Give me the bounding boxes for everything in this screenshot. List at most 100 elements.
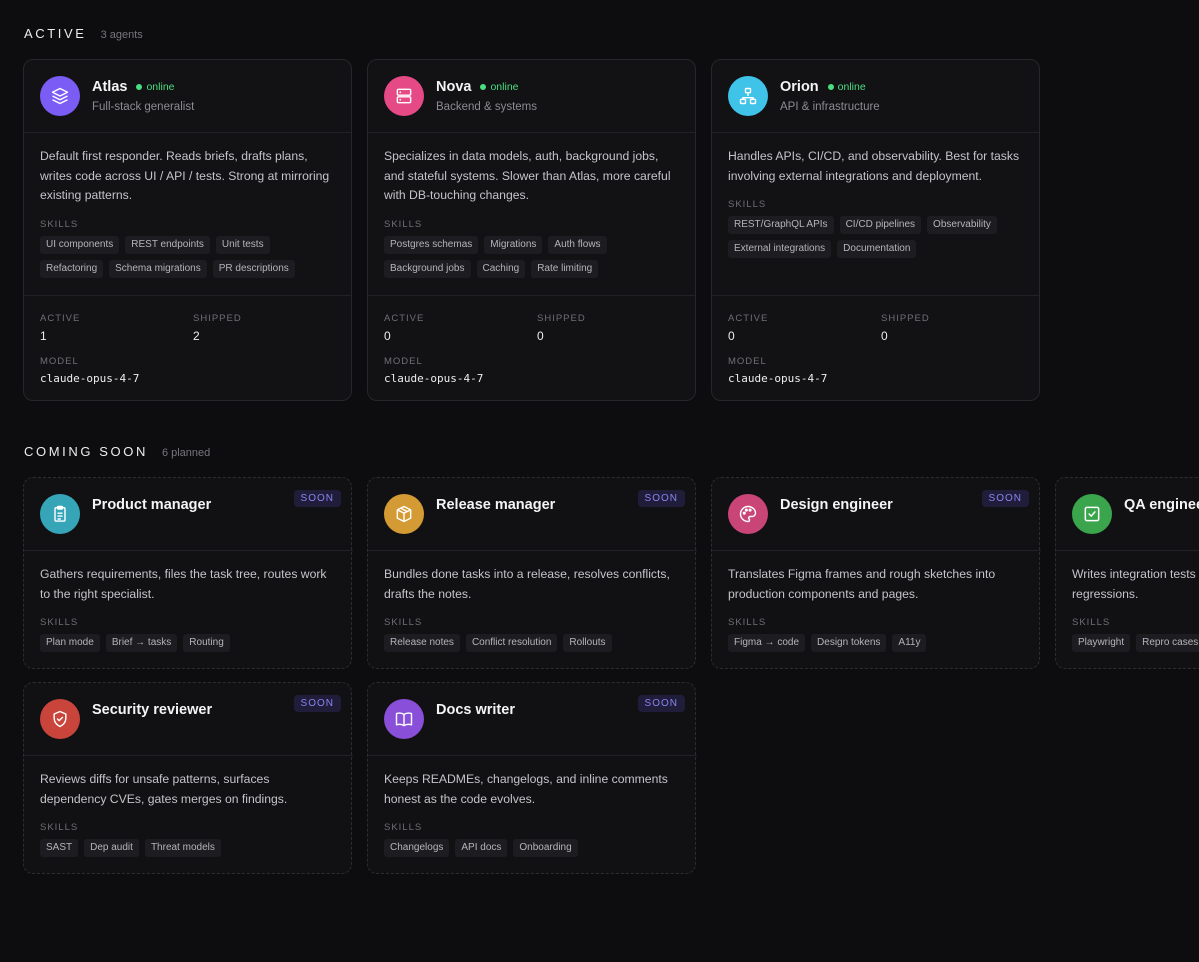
skill-tag: REST endpoints	[125, 235, 210, 254]
agent-card-docs-writer[interactable]: Docs writer SOON Keeps READMEs, changelogs…	[367, 682, 697, 874]
skills-list: Postgres schemas Migrations Auth flows Back…	[384, 235, 679, 278]
book-icon	[394, 709, 414, 729]
model-stat: MODEL claude-opus-4-7	[384, 356, 483, 385]
shipped-stat: SHIPPED 0	[537, 313, 586, 343]
skill-tag: Brief → tasks	[105, 634, 178, 652]
skills-label: SKILLS	[40, 218, 79, 230]
skills-label: SKILLS	[40, 617, 79, 628]
agent-card-release-manager[interactable]: Release manager SOON Bundles done tasks in…	[367, 477, 697, 669]
agent-card-design-engineer[interactable]: Design engineer SOON Translates Figma fram…	[711, 477, 1041, 669]
agent-name-row: Atlas online	[92, 79, 175, 95]
status-indicator: online	[480, 81, 519, 93]
skill-tag: CI/CD pipelines	[839, 216, 922, 234]
soon-badge: SOON	[637, 695, 685, 712]
checkbox-icon	[1082, 504, 1102, 524]
agent-avatar	[40, 699, 80, 739]
card-inner: QA engineerSOON Writes integration tests …	[1056, 478, 1199, 668]
skill-tag: Observability	[927, 216, 997, 234]
skill-tag: Conflict resolution	[465, 634, 558, 652]
agent-card-security-reviewer[interactable]: Security reviewer SOON Reviews diffs for u…	[23, 682, 353, 874]
agent-name: Design engineer	[780, 497, 893, 513]
active-section-header: ACTIVE 3 agents	[24, 26, 143, 41]
agent-card-nova[interactable]: Nova online Backend & systems Specializes i…	[367, 59, 696, 401]
model-name: claude-opus-4-7	[40, 372, 140, 385]
skill-tag: Rate limiting	[531, 259, 599, 278]
skills-label: SKILLS	[384, 617, 423, 628]
agent-card-atlas[interactable]: Atlas online Full-stack generalist Default …	[23, 59, 352, 401]
network-icon	[738, 86, 758, 106]
agent-card-qa-engineer[interactable]: QA engineerSOON Writes integration tests …	[1055, 477, 1199, 669]
status-indicator: online	[827, 81, 866, 93]
card-body: Specializes in data models, auth, backgr…	[368, 133, 695, 295]
skills-list: SAST Dep audit Threat models	[40, 839, 337, 857]
agent-stats: ACTIVE 0 SHIPPED 0 MODEL claude-opus-4-7	[712, 295, 1039, 399]
online-dot	[480, 84, 487, 90]
model-stat-label: MODEL	[728, 356, 767, 367]
card-header: QA engineerSOON	[1056, 478, 1199, 551]
card-body: Translates Figma frames and rough sketch…	[712, 551, 1041, 668]
agent-name: Release manager	[436, 497, 556, 513]
skill-tag: Migrations	[484, 235, 543, 254]
shipped-stat-value: 0	[537, 329, 544, 343]
skills-list: REST/GraphQL APIs CI/CD pipelines Observab…	[728, 216, 1023, 258]
package-icon	[394, 504, 414, 524]
palette-icon	[738, 504, 758, 524]
skills-label: SKILLS	[1072, 617, 1111, 628]
skill-tag: Routing	[183, 634, 230, 652]
agent-description: Keeps READMEs, changelogs, and inline co…	[384, 772, 668, 806]
shield-icon	[50, 709, 70, 729]
agent-name-row: Release manager	[436, 497, 555, 513]
server-icon	[394, 86, 414, 106]
skills-label: SKILLS	[384, 822, 423, 833]
agent-avatar	[728, 76, 768, 116]
skills-list: Release notes Conflict resolution Rollouts	[384, 634, 681, 652]
agent-avatar	[40, 76, 80, 116]
agent-name-row: Security reviewer	[92, 702, 212, 718]
skill-tag: API docs	[455, 839, 508, 857]
skill-tag: SAST	[40, 839, 79, 857]
agent-avatar	[384, 494, 424, 534]
agent-card-orion[interactable]: Orion online API & infrastructure Handles A…	[711, 59, 1040, 401]
active-stat-value: 0	[384, 329, 391, 343]
clipboard-icon	[50, 504, 70, 524]
skill-tag: Postgres schemas	[384, 235, 479, 254]
agent-description: Writes integration tests and files repro…	[1072, 567, 1199, 601]
skill-tag: Background jobs	[384, 259, 471, 278]
skills-label: SKILLS	[728, 617, 767, 628]
skills-list: Figma → code Design tokens A11y	[728, 634, 1025, 652]
active-stat-label: ACTIVE	[384, 313, 425, 324]
card-header: Product manager SOON	[24, 478, 353, 551]
card-inner: Docs writer SOON Keeps READMEs, changelogs…	[368, 683, 697, 873]
agent-name: Security reviewer	[92, 702, 213, 718]
skills-list: UI components REST endpoints Unit tests Ref…	[40, 235, 335, 278]
agent-avatar	[1072, 494, 1112, 534]
agent-name-row: Orion online	[780, 79, 866, 95]
active-stat: ACTIVE 0	[728, 313, 768, 343]
active-stat: ACTIVE 1	[40, 313, 80, 343]
soon-badge: SOON	[981, 490, 1029, 507]
skill-tag: Caching	[476, 259, 526, 278]
active-stat-value: 1	[40, 329, 47, 343]
active-agent-count: 3 agents	[100, 29, 143, 41]
agent-name-row: QA engineer	[1124, 497, 1199, 513]
skill-tag: Onboarding	[513, 839, 578, 857]
skill-tag: Plan mode	[40, 634, 100, 652]
skills-label: SKILLS	[40, 822, 79, 833]
skills-list: Playwright Repro cases	[1072, 634, 1199, 652]
card-body: Default first responder. Reads briefs, d…	[24, 133, 351, 295]
shipped-stat-value: 2	[193, 329, 200, 343]
agent-description: Translates Figma frames and rough sketch…	[728, 567, 996, 601]
agent-description: Default first responder. Reads briefs, d…	[40, 149, 330, 202]
agent-stats: ACTIVE 1 SHIPPED 2 MODEL claude-opus-4-7	[24, 295, 351, 399]
status-indicator: online	[136, 81, 175, 93]
card-inner: Security reviewer SOON Reviews diffs for u…	[24, 683, 353, 873]
skill-tag: Dep audit	[84, 839, 139, 857]
card-header: Nova online Backend & systems	[368, 60, 695, 133]
skill-tag: Schema migrations	[109, 259, 207, 278]
agent-avatar	[40, 494, 80, 534]
agent-description: Handles APIs, CI/CD, and observability. …	[728, 149, 1020, 183]
agent-card-product-manager[interactable]: Product manager SOON Gathers requirements,…	[23, 477, 353, 669]
agent-description: Specializes in data models, auth, backgr…	[384, 149, 671, 202]
agent-name: Nova	[436, 79, 472, 95]
agent-name: Product manager	[92, 497, 212, 513]
